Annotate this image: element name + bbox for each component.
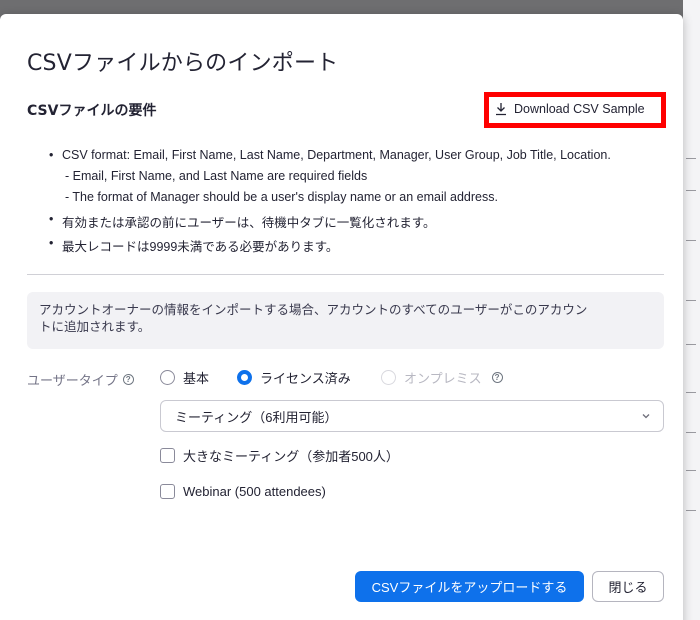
import-csv-dialog: CSVファイルからのインポート CSVファイルの要件 Download CSV … (0, 14, 683, 620)
chevron-down-icon (642, 414, 650, 419)
webinar-label: Webinar (500 attendees) (183, 484, 326, 499)
large-meeting-checkbox[interactable] (160, 448, 175, 463)
radio-basic-label: 基本 (183, 371, 210, 386)
webinar-checkbox[interactable] (160, 484, 175, 499)
radio-onprem: オンプレミス ? (381, 368, 503, 387)
requirement-item: 有効または承認の前にユーザーは、待機中タブに一覧化されます。 (62, 216, 436, 230)
requirement-item: 最大レコードは9999未満である必要があります。 (62, 240, 339, 254)
radio-licensed-label: ライセンス済み (260, 371, 351, 386)
requirements-heading: CSVファイルの要件 (27, 103, 157, 119)
radio-licensed[interactable]: ライセンス済み (237, 368, 351, 387)
requirement-subitem: - The format of Manager should be a user… (65, 190, 498, 204)
radio-basic-control[interactable] (160, 370, 175, 385)
download-csv-sample-label: Download CSV Sample (514, 102, 645, 116)
large-meeting-label: 大きなミーティング（参加者500人） (183, 449, 399, 464)
background-page-strip (683, 0, 700, 620)
account-owner-notice: アカウントオーナーの情報をインポートする場合、アカウントのすべてのユーザーがこの… (27, 292, 664, 349)
user-type-label-text: ユーザータイプ (27, 373, 118, 388)
requirement-item: CSV format: Email, First Name, Last Name… (62, 148, 611, 162)
upload-csv-button[interactable]: CSVファイルをアップロードする (355, 571, 584, 602)
help-icon[interactable]: ? (491, 372, 503, 383)
bullet: • (49, 236, 54, 250)
notice-line: アカウントオーナーの情報をインポートする場合、アカウントのすべてのユーザーがこの… (39, 303, 588, 317)
bullet: • (49, 148, 54, 162)
webinar-option[interactable]: Webinar (500 attendees) (160, 484, 326, 499)
download-csv-sample-button[interactable]: Download CSV Sample (489, 97, 657, 121)
close-button[interactable]: 閉じる (592, 571, 664, 602)
requirement-subitem: - Email, First Name, and Last Name are r… (65, 169, 368, 183)
meeting-license-value: ミーティング（6利用可能） (175, 409, 338, 425)
download-icon (496, 103, 506, 116)
divider (27, 274, 664, 275)
user-type-label: ユーザータイプ ? (27, 370, 134, 389)
dialog-title: CSVファイルからのインポート (27, 51, 339, 76)
notice-line: トに追加されます。 (39, 320, 151, 334)
meeting-license-select[interactable]: ミーティング（6利用可能） (160, 400, 664, 432)
help-icon[interactable]: ? (122, 374, 134, 385)
radio-licensed-control[interactable] (237, 370, 252, 385)
large-meeting-option[interactable]: 大きなミーティング（参加者500人） (160, 446, 399, 465)
radio-onprem-control (381, 370, 396, 385)
radio-basic[interactable]: 基本 (160, 368, 209, 387)
bullet: • (49, 212, 54, 226)
radio-onprem-label: オンプレミス (404, 371, 482, 386)
